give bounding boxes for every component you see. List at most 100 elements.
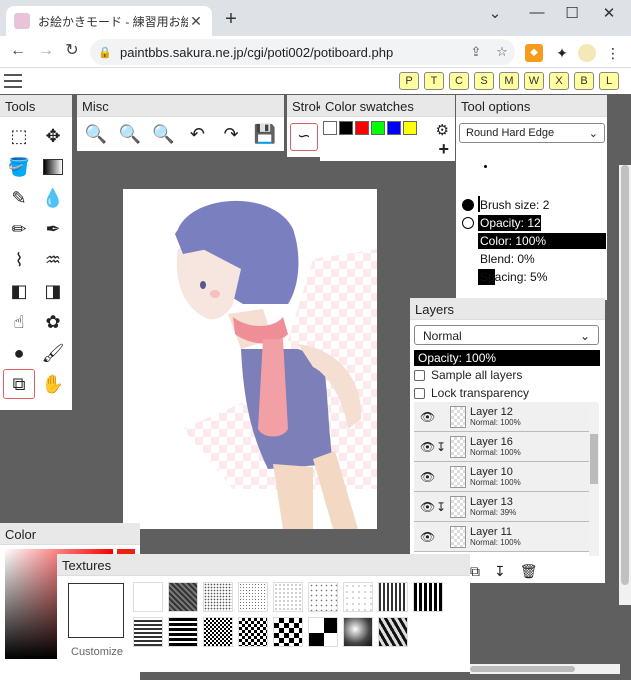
texture-tile[interactable] (413, 582, 443, 612)
shortcut-button[interactable]: S (474, 72, 494, 90)
shortcut-button[interactable]: C (449, 72, 469, 90)
pressure-size-toggle[interactable] (462, 199, 474, 211)
texture-tile[interactable] (133, 582, 163, 612)
move-icon[interactable]: ✥ (37, 121, 69, 151)
pressure-opacity-toggle[interactable] (462, 217, 474, 229)
texture-tile[interactable] (238, 582, 268, 612)
lock-transparency-checkbox[interactable]: Lock transparency (410, 384, 605, 402)
zoom-100-icon[interactable]: 🔍 (151, 121, 177, 147)
customize-link[interactable]: Customize (71, 646, 123, 658)
shortcut-button[interactable]: T (424, 72, 444, 90)
stroke-curve-icon[interactable]: ∽ (290, 123, 318, 151)
drawing-canvas[interactable] (123, 189, 377, 529)
texture-tile[interactable] (378, 617, 408, 647)
pen-icon[interactable]: ✒ (37, 214, 69, 244)
layer-scrollbar[interactable] (589, 404, 599, 556)
color-swatch[interactable] (323, 121, 337, 135)
undo-icon[interactable]: ↶ (184, 121, 210, 147)
drop-icon[interactable]: 💧 (37, 183, 69, 213)
eraser-icon[interactable]: ◧ (3, 276, 35, 306)
layer-blend-select[interactable]: Normal ⌄ (414, 325, 599, 345)
shortcut-button[interactable]: P (399, 72, 419, 90)
menu-dots-icon[interactable]: ⋮ (604, 44, 622, 62)
address-bar[interactable]: 🔒 paintbbs.sakura.ne.jp/cgi/poti002/poti… (90, 39, 515, 65)
opacity-slider[interactable]: Opacity: 128 (480, 216, 547, 230)
color-swatch[interactable] (387, 121, 401, 135)
visibility-eye-icon[interactable]: 👁 (420, 500, 436, 514)
blend-slider[interactable]: Blend: 0% (480, 252, 535, 266)
page-vertical-scrollbar[interactable] (619, 165, 631, 605)
sample-all-checkbox[interactable]: Sample all layers (410, 366, 605, 384)
eyedropper-icon[interactable]: ✎ (3, 183, 35, 213)
puzzle-icon[interactable]: ✦ (553, 44, 571, 62)
back-icon[interactable]: ← (8, 41, 28, 61)
texture-tile[interactable] (203, 582, 233, 612)
texture-tile[interactable] (378, 582, 408, 612)
merge-down-icon[interactable]: ⧉ (470, 563, 480, 580)
visibility-eye-icon[interactable]: 👁 (420, 470, 436, 484)
layer-row[interactable]: 👁 Layer 11 Normal: 100% (414, 522, 598, 552)
texture-tile[interactable] (238, 617, 268, 647)
select-rect-icon[interactable]: ⬚ (3, 121, 35, 151)
browser-tab[interactable]: お絵かきモード - 練習用お絵かき掲示板 ✕ (6, 6, 212, 36)
color-swatch[interactable] (355, 121, 369, 135)
visibility-eye-icon[interactable]: 👁 (420, 410, 436, 424)
minimize-icon[interactable]: — (527, 4, 547, 21)
texture-tile[interactable] (343, 582, 373, 612)
extension-icon[interactable]: ◆ (525, 44, 543, 62)
airbrush-icon[interactable]: ⌇ (3, 245, 35, 275)
texture-tile[interactable] (273, 582, 303, 612)
checkbox-box[interactable] (414, 369, 425, 381)
hand-icon[interactable]: ✋ (37, 369, 69, 399)
texture-tile[interactable] (308, 582, 338, 612)
texture-tile[interactable] (203, 617, 233, 647)
texture-tile[interactable] (273, 617, 303, 647)
hamburger-menu-icon[interactable] (4, 74, 22, 92)
fill-bucket-icon[interactable]: 🪣 (3, 152, 35, 182)
new-tab-icon[interactable]: + (220, 8, 242, 31)
shortcut-button[interactable]: B (574, 72, 594, 90)
spacing-slider[interactable]: Spacing: 5% (480, 270, 547, 284)
brush-icon[interactable]: 🖌 (37, 338, 69, 368)
texture-tile[interactable] (168, 617, 198, 647)
forward-icon[interactable]: → (36, 41, 56, 61)
checkbox-box[interactable] (414, 387, 425, 399)
layer-row[interactable]: 👁 Layer 10 Normal: 100% (414, 462, 598, 492)
share-icon[interactable]: ⇪ (463, 44, 489, 60)
tab-search-icon[interactable]: ⌄ (485, 4, 505, 22)
visibility-eye-icon[interactable]: 👁 (420, 440, 436, 454)
layer-row[interactable]: 👁 ↧ Layer 13 Normal: 39% (414, 492, 598, 522)
color-swatch[interactable] (403, 121, 417, 135)
magnifier-tool-icon[interactable]: ● (3, 338, 35, 368)
selected-texture[interactable] (68, 583, 124, 638)
trash-icon[interactable]: 🗑 (520, 563, 538, 580)
texture-tile[interactable] (133, 617, 163, 647)
lock-icon[interactable]: 🔒 (98, 46, 112, 59)
texture-tile[interactable] (308, 617, 338, 647)
redo-icon[interactable]: ↷ (218, 121, 244, 147)
close-tab-icon[interactable]: ✕ (188, 13, 204, 30)
zoom-in-icon[interactable]: 🔍 (83, 121, 109, 147)
brush-size-slider[interactable]: Brush size: 2 (480, 198, 549, 212)
color-swatch[interactable] (371, 121, 385, 135)
texture-tile[interactable] (343, 617, 373, 647)
maximize-icon[interactable]: ☐ (562, 4, 582, 22)
transform-icon[interactable]: ⧉ (3, 369, 35, 399)
layer-opacity-slider[interactable]: Opacity: 100% (414, 350, 600, 366)
reload-icon[interactable]: ↻ (62, 41, 82, 61)
layer-row[interactable]: 👁 Layer 12 Normal: 100% (414, 402, 598, 432)
shortcut-button[interactable]: W (524, 72, 544, 90)
clip-icon[interactable]: ↧ (494, 563, 506, 580)
shortcut-button[interactable]: L (599, 72, 619, 90)
visibility-eye-icon[interactable]: 👁 (420, 530, 436, 544)
avatar[interactable] (578, 44, 596, 62)
soft-eraser-icon[interactable]: ◨ (37, 276, 69, 306)
shortcut-button[interactable]: X (549, 72, 569, 90)
layer-row[interactable]: 👁 ↧ Layer 16 Normal: 100% (414, 432, 598, 462)
texture-tile[interactable] (168, 582, 198, 612)
url-text[interactable]: paintbbs.sakura.ne.jp/cgi/poti002/potibo… (120, 45, 463, 60)
blur-icon[interactable]: ✿ (37, 307, 69, 337)
pencil-icon[interactable]: ✏ (3, 214, 35, 244)
watercolor-icon[interactable]: ♒ (37, 245, 69, 275)
zoom-out-icon[interactable]: 🔍 (117, 121, 143, 147)
